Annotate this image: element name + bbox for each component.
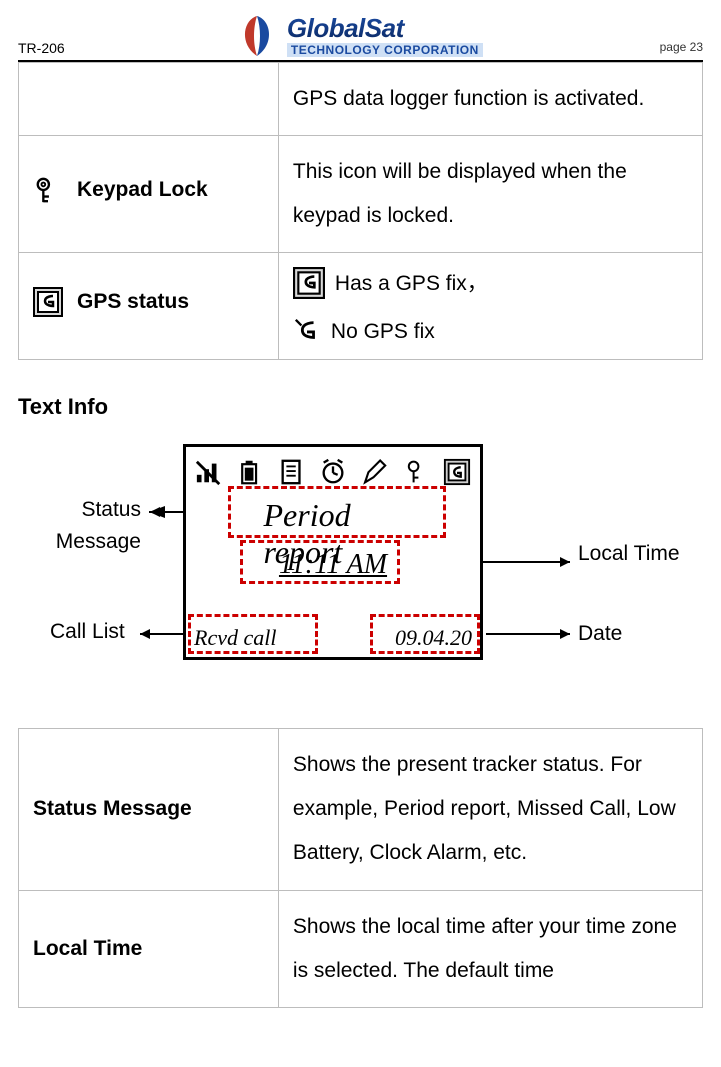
gps-no-fix-icon [293, 317, 321, 345]
document-id: TR-206 [18, 40, 65, 58]
table-row: Keypad Lock This icon will be displayed … [19, 136, 703, 253]
highlight-local-time [240, 540, 400, 584]
description-cell: Has a GPS fix， No GPS fix [278, 253, 702, 360]
text-info-table: Status Message Shows the present tracker… [18, 728, 703, 1007]
icon-cell-gps-status: GPS status [19, 253, 279, 360]
table-row: GPS data logger function is activated. [19, 63, 703, 136]
gps-fix-boxed-icon [33, 287, 63, 317]
battery-icon [235, 457, 265, 487]
icon-cell-empty [19, 63, 279, 136]
page-header: TR-206 GlobalSat TECHNOLOGY CORPORATION … [18, 14, 703, 62]
gps-icon [442, 457, 472, 487]
text-info-diagram: Status Message Call List Local Time Date [18, 438, 703, 718]
table-row: GPS status Has a GPS fix， [19, 253, 703, 360]
page-container: TR-206 GlobalSat TECHNOLOGY CORPORATION … [0, 0, 721, 1008]
key-icon [401, 457, 431, 487]
table-row: Local Time Shows the local time after yo… [19, 890, 703, 1007]
brand-name: GlobalSat [287, 15, 483, 41]
brand-tagline: TECHNOLOGY CORPORATION [287, 43, 483, 57]
gps-status-label: GPS status [77, 280, 189, 324]
gps-fix-icon [293, 267, 325, 299]
highlight-status-message [228, 486, 446, 538]
highlight-call-list [188, 614, 318, 654]
datalog-icon [277, 457, 307, 487]
highlight-date [370, 614, 480, 654]
label-status-message: Status Message [19, 729, 279, 890]
pencil-icon [359, 457, 389, 487]
section-title-text-info: Text Info [18, 394, 703, 420]
keypad-lock-label: Keypad Lock [77, 168, 208, 212]
icon-cell-keypad-lock: Keypad Lock [19, 136, 279, 253]
gps-fix-text: Has a GPS fix， [335, 271, 488, 296]
gps-no-fix-text: No GPS fix [331, 319, 435, 344]
description-cell: GPS data logger function is activated. [278, 63, 702, 136]
table-row: Status Message Shows the present tracker… [19, 729, 703, 890]
alarm-icon [318, 457, 348, 487]
brand-logo: GlobalSat TECHNOLOGY CORPORATION [235, 14, 483, 58]
desc-local-time: Shows the local time after your time zon… [278, 890, 702, 1007]
desc-status-message: Shows the present tracker status. For ex… [278, 729, 702, 890]
key-icon [33, 175, 63, 205]
description-cell: This icon will be displayed when the key… [278, 136, 702, 253]
page-number: page 23 [653, 40, 703, 58]
icon-description-table: GPS data logger function is activated. K… [18, 62, 703, 360]
globalsat-logo-icon [235, 14, 279, 58]
signal-icon [194, 457, 224, 487]
label-local-time: Local Time [19, 890, 279, 1007]
